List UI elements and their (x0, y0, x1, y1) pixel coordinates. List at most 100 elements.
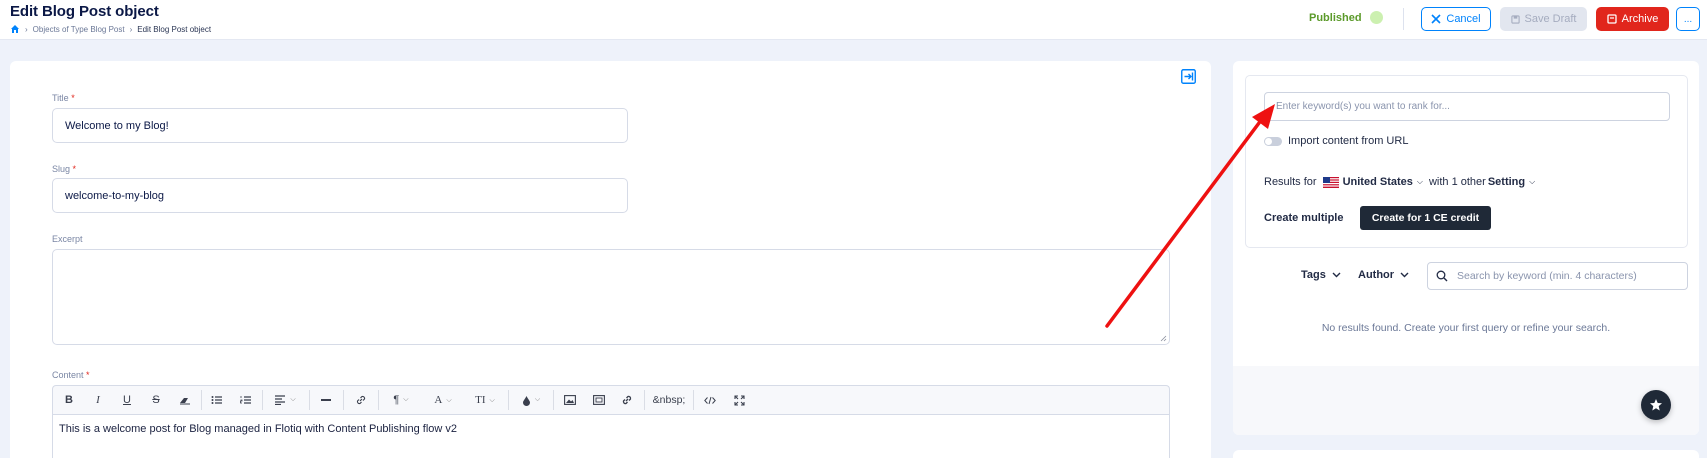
breadcrumb-item-objects[interactable]: Objects of Type Blog Post (33, 25, 125, 34)
bold-button[interactable]: B (55, 386, 83, 414)
eraser-button[interactable] (171, 386, 199, 414)
numbered-list-button[interactable] (232, 386, 260, 414)
tags-filter-label: Tags (1301, 269, 1326, 281)
toolbar-divider (343, 390, 344, 410)
media-library-icon (593, 395, 605, 405)
chevron-right-icon: › (129, 24, 133, 34)
archive-button-label: Archive (1621, 13, 1659, 25)
keyword-input[interactable]: Enter keyword(s) you want to rank for... (1264, 92, 1670, 121)
slug-label: Slug * (52, 164, 77, 174)
toolbar-divider (693, 390, 694, 410)
more-actions-button[interactable]: ... (1676, 7, 1700, 31)
paint-drop-icon (522, 395, 530, 406)
horizontal-rule-icon (321, 399, 331, 401)
save-icon (1510, 14, 1520, 24)
chevron-down-icon: ⌵ (534, 396, 541, 403)
paragraph-dropdown[interactable]: ¶ ⌵ (381, 386, 421, 414)
home-icon[interactable] (10, 24, 20, 34)
tags-filter-dropdown[interactable]: Tags (1301, 269, 1341, 281)
underline-button[interactable]: U (113, 386, 141, 414)
close-icon (1431, 14, 1441, 24)
divider (1403, 8, 1404, 30)
results-for-label: Results for (1264, 176, 1317, 188)
content-editor[interactable]: This is a welcome post for Blog managed … (52, 414, 1170, 458)
country-label: United States (1342, 176, 1413, 188)
font-color-icon: A (434, 394, 443, 406)
chevron-down-icon: ⌵ (489, 395, 495, 404)
results-settings-row: Results for United States ⌵ with 1 other… (1264, 176, 1535, 188)
keyword-search-input[interactable]: Search by keyword (min. 4 characters) (1427, 262, 1688, 290)
setting-label: Setting (1487, 176, 1526, 188)
toolbar-divider (201, 390, 202, 410)
archive-button[interactable]: Archive (1596, 7, 1669, 31)
author-filter-dropdown[interactable]: Author (1358, 269, 1409, 281)
chevron-down-icon (1332, 272, 1341, 278)
cancel-button[interactable]: Cancel (1421, 7, 1491, 31)
strikethrough-button[interactable]: S (142, 386, 170, 414)
bullet-list-button[interactable] (203, 386, 231, 414)
side-panel-footer (1233, 366, 1699, 435)
source-code-button[interactable] (696, 386, 724, 414)
chevron-down-icon: ⌵ (446, 395, 452, 404)
save-draft-button[interactable]: Save Draft (1500, 7, 1587, 31)
chain-link-icon (622, 395, 632, 405)
fullscreen-button[interactable] (725, 386, 753, 414)
link-button[interactable] (346, 386, 376, 414)
bullet-list-icon (211, 396, 222, 404)
breadcrumb-item-current: Edit Blog Post object (137, 24, 212, 34)
font-color-dropdown[interactable]: A ⌵ (423, 386, 463, 414)
chevron-down-icon (1400, 272, 1409, 278)
align-dropdown[interactable]: ⌵ (265, 386, 305, 414)
title-input[interactable]: Welcome to my Blog! (52, 108, 628, 143)
import-url-label: Import content from URL (1288, 135, 1409, 147)
background-color-dropdown[interactable]: ⌵ (511, 386, 551, 414)
align-left-icon (275, 395, 286, 405)
excerpt-textarea[interactable] (52, 249, 1170, 345)
content-label: Content * (52, 370, 90, 380)
save-draft-label: Save Draft (1524, 13, 1577, 25)
toolbar-divider (553, 390, 554, 410)
fullscreen-icon (733, 394, 745, 406)
toolbar-divider (309, 390, 310, 410)
country-selector[interactable]: United States ⌵ (1322, 176, 1423, 188)
slug-input[interactable]: welcome-to-my-blog (52, 178, 628, 213)
nbsp-button[interactable]: &nbsp; (647, 386, 691, 414)
title-label: Title * (52, 93, 75, 103)
chevron-down-icon: ⌵ (403, 396, 409, 403)
eraser-icon (180, 398, 190, 405)
status-indicator: Published (1309, 11, 1383, 24)
import-url-toggle[interactable] (1264, 137, 1282, 146)
insert-image-button[interactable] (556, 386, 584, 414)
anchor-link-button[interactable] (613, 386, 641, 414)
font-size-icon: TI (475, 394, 486, 406)
excerpt-label: Excerpt (52, 234, 83, 244)
chevron-down-icon: ⌵ (1416, 177, 1423, 186)
link-icon (356, 395, 366, 405)
toolbar-divider (508, 390, 509, 410)
archive-icon (1607, 14, 1617, 24)
collapse-panel-icon[interactable] (1181, 69, 1196, 84)
chevron-right-icon: › (25, 24, 28, 34)
create-credit-button[interactable]: Create for 1 CE credit (1360, 206, 1491, 230)
font-size-dropdown[interactable]: TI ⌵ (465, 386, 505, 414)
us-flag-icon (1322, 176, 1339, 188)
toolbar-divider (262, 390, 263, 410)
chevron-down-icon: ⌵ (1529, 177, 1536, 186)
top-header: Edit Blog Post object › Objects of Type … (0, 0, 1707, 40)
with-other-label: with 1 other (1428, 176, 1486, 188)
horizontal-rule-button[interactable] (311, 386, 341, 414)
search-placeholder: Search by keyword (min. 4 characters) (1457, 270, 1637, 282)
settings-dropdown[interactable]: Setting ⌵ (1488, 176, 1535, 188)
toolbar-divider (378, 390, 379, 410)
italic-button[interactable]: I (84, 386, 112, 414)
search-icon (1436, 270, 1448, 282)
paragraph-icon: ¶ (393, 394, 400, 406)
media-library-button[interactable] (585, 386, 613, 414)
breadcrumb: › Objects of Type Blog Post › Edit Blog … (10, 24, 211, 34)
favorite-fab-button[interactable] (1641, 390, 1671, 420)
toolbar-divider (644, 390, 645, 410)
create-multiple-link[interactable]: Create multiple (1264, 212, 1343, 224)
star-icon (1650, 399, 1662, 411)
secondary-side-card (1233, 450, 1699, 458)
resize-grip-icon[interactable] (1160, 335, 1167, 342)
